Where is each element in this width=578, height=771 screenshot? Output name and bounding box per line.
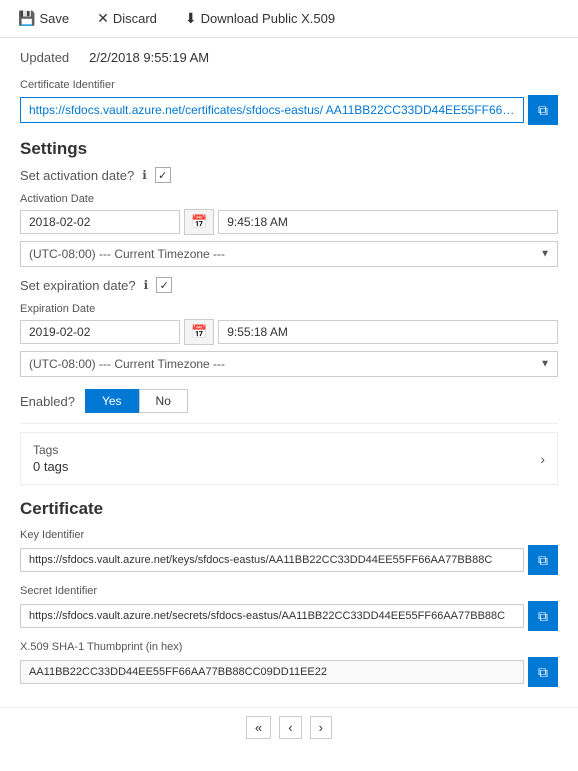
nav-first-button[interactable]: «	[246, 716, 271, 739]
copy-icon-secret: ⧉	[538, 608, 548, 625]
calendar-icon: 📅	[191, 214, 207, 229]
expiration-date-setting-row: Set expiration date? ℹ	[20, 277, 558, 293]
thumbprint-label: X.509 SHA-1 Thumbprint (in hex)	[20, 641, 558, 653]
updated-label: Updated	[20, 50, 69, 65]
enabled-yes-button[interactable]: Yes	[85, 389, 139, 413]
key-identifier-row: ⧉	[20, 545, 558, 575]
discard-icon: ✕	[97, 10, 109, 27]
enabled-no-button[interactable]: No	[139, 389, 188, 413]
copy-icon-key: ⧉	[538, 552, 548, 569]
activation-date-setting-row: Set activation date? ℹ	[20, 167, 558, 183]
key-identifier-copy-button[interactable]: ⧉	[528, 545, 558, 575]
activation-tz-row: (UTC-08:00) --- Current Timezone ---	[20, 241, 558, 267]
activation-time-input[interactable]	[218, 210, 558, 234]
secret-identifier-input[interactable]	[20, 604, 524, 628]
activation-date-label: Set activation date?	[20, 168, 134, 183]
key-identifier-input[interactable]	[20, 548, 524, 572]
save-icon: 💾	[18, 10, 35, 27]
tags-left: Tags 0 tags	[33, 443, 68, 474]
secret-identifier-copy-button[interactable]: ⧉	[528, 601, 558, 631]
cert-identifier-input[interactable]	[20, 97, 524, 123]
cert-identifier-label: Certificate Identifier	[20, 79, 558, 91]
secret-identifier-row: ⧉	[20, 601, 558, 631]
activation-calendar-button[interactable]: 📅	[184, 209, 214, 235]
tags-title: Tags	[33, 443, 68, 457]
nav-prev-button[interactable]: ‹	[279, 716, 301, 739]
expiration-section-label: Expiration Date	[20, 303, 558, 315]
download-icon: ⬇	[185, 10, 197, 27]
expiration-time-input[interactable]	[218, 320, 558, 344]
copy-icon-thumb: ⧉	[538, 664, 548, 681]
certificate-heading: Certificate	[20, 499, 558, 519]
thumbprint-row: ⧉	[20, 657, 558, 687]
activation-date-row: 📅	[20, 209, 558, 235]
expiration-date-row: 📅	[20, 319, 558, 345]
expiration-date-input[interactable]	[20, 320, 180, 344]
activation-date-checkbox[interactable]	[155, 167, 171, 183]
activation-tz-select[interactable]: (UTC-08:00) --- Current Timezone ---	[20, 241, 558, 267]
toolbar: 💾 Save ✕ Discard ⬇ Download Public X.509	[0, 0, 578, 38]
activation-info-icon[interactable]: ℹ	[142, 168, 147, 182]
expiration-date-label: Set expiration date?	[20, 278, 136, 293]
tags-count: 0 tags	[33, 459, 68, 474]
thumbprint-input[interactable]	[20, 660, 524, 684]
calendar-icon-exp: 📅	[191, 324, 207, 339]
expiration-date-checkbox[interactable]	[156, 277, 172, 293]
thumbprint-copy-button[interactable]: ⧉	[528, 657, 558, 687]
expiration-calendar-button[interactable]: 📅	[184, 319, 214, 345]
tags-row[interactable]: Tags 0 tags ›	[20, 432, 558, 485]
download-button[interactable]: ⬇ Download Public X.509	[179, 6, 341, 31]
discard-button[interactable]: ✕ Discard	[91, 6, 163, 31]
bottom-nav: « ‹ ›	[0, 707, 578, 747]
nav-next-button[interactable]: ›	[310, 716, 332, 739]
updated-value: 2/2/2018 9:55:19 AM	[89, 50, 209, 65]
expiration-tz-select[interactable]: (UTC-08:00) --- Current Timezone ---	[20, 351, 558, 377]
expiration-tz-row: (UTC-08:00) --- Current Timezone ---	[20, 351, 558, 377]
cert-identifier-row: ⧉	[20, 95, 558, 125]
key-identifier-label: Key Identifier	[20, 529, 558, 541]
secret-identifier-label: Secret Identifier	[20, 585, 558, 597]
activation-section-label: Activation Date	[20, 193, 558, 205]
cert-identifier-copy-button[interactable]: ⧉	[528, 95, 558, 125]
meta-row: Updated 2/2/2018 9:55:19 AM	[20, 50, 558, 65]
save-button[interactable]: 💾 Save	[12, 6, 75, 31]
copy-icon: ⧉	[538, 102, 548, 119]
tags-chevron-icon: ›	[540, 451, 545, 467]
enabled-row: Enabled? Yes No	[20, 389, 558, 413]
enabled-label: Enabled?	[20, 394, 75, 409]
divider-1	[20, 423, 558, 424]
main-content: Updated 2/2/2018 9:55:19 AM Certificate …	[0, 38, 578, 707]
expiration-info-icon[interactable]: ℹ	[144, 278, 149, 292]
settings-heading: Settings	[20, 139, 558, 159]
activation-date-input[interactable]	[20, 210, 180, 234]
